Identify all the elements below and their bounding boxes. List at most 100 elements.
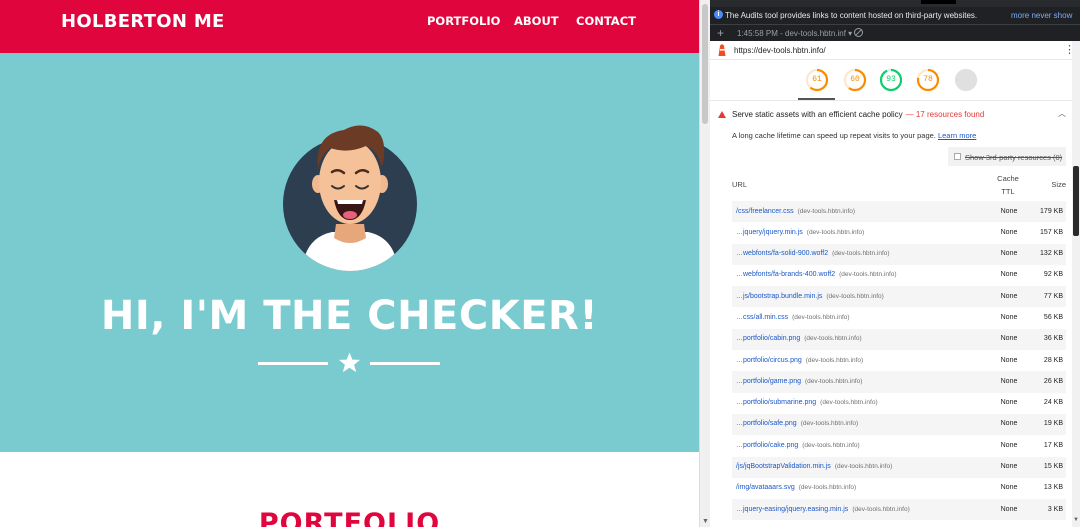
resource-url[interactable]: …webfonts/fa-solid-900.woff2 (dev-tools.h… (736, 250, 890, 257)
resource-cache-ttl: None (1000, 250, 1018, 258)
resource-path[interactable]: …portfolio/circus.png (736, 357, 802, 364)
resource-host: (dev-tools.hbtn.info) (832, 250, 890, 258)
resource-url[interactable]: …css/all.min.css (dev-tools.hbtn.info) (736, 314, 850, 321)
resource-url[interactable]: …portfolio/circus.png (dev-tools.hbtn.inf… (736, 357, 863, 364)
resource-cache-ttl: None (1000, 399, 1018, 407)
resource-url[interactable]: …portfolio/game.png (dev-tools.hbtn.info) (736, 378, 862, 385)
third-party-filter[interactable]: Show 3rd-party resources (0) (948, 147, 1066, 166)
resource-url[interactable]: /css/freelancer.css (dev-tools.hbtn.info) (736, 208, 855, 215)
resource-cache-ttl: None (1000, 463, 1018, 471)
resource-path[interactable]: …jquery-easing/jquery.easing.min.js (736, 506, 848, 513)
audit-title: Serve static assets with an efficient ca… (732, 110, 984, 119)
devtools-scrollbar-thumb[interactable] (1073, 166, 1079, 236)
resource-path[interactable]: …portfolio/submarine.png (736, 399, 816, 406)
devtools-panel: i The Audits tool provides links to cont… (710, 0, 1080, 527)
resource-size: 17 KB (1043, 441, 1063, 449)
resource-url[interactable]: …portfolio/submarine.png (dev-tools.hbtn.… (736, 399, 878, 406)
audit-header[interactable]: Serve static assets with an efficient ca… (710, 106, 1072, 124)
gauge-score-text: 78 (923, 75, 933, 84)
divider-line-right (370, 362, 440, 365)
hero-title: HI, I'M THE CHECKER! (100, 293, 599, 339)
resource-host: (dev-tools.hbtn.info) (792, 313, 850, 321)
scroll-down-arrow-icon[interactable]: ▼ (702, 518, 709, 525)
resource-cache-ttl: None (1000, 313, 1018, 321)
audits-toolbar: + 1:45:58 PM - dev-tools.hbtn.inf ▾ (710, 24, 1080, 41)
resource-url[interactable]: …jquery-easing/jquery.easing.min.js (dev-… (736, 506, 910, 513)
gauge-score-2[interactable]: 93 (879, 68, 903, 92)
resource-path[interactable]: …jquery/jquery.min.js (736, 229, 803, 236)
resource-url[interactable]: …webfonts/fa-brands-400.woff2 (dev-tools.… (736, 271, 897, 278)
resource-size: 24 KB (1043, 399, 1063, 407)
nav-link-about[interactable]: ABOUT (514, 14, 559, 28)
page-scrollbar-thumb[interactable] (702, 4, 708, 124)
tab-strip-block (921, 0, 956, 4)
resource-host: (dev-tools.hbtn.info) (805, 356, 864, 364)
resource-host: (dev-tools.hbtn.info) (834, 463, 893, 471)
resource-url[interactable]: …jquery/jquery.min.js (dev-tools.hbtn.inf… (736, 229, 864, 236)
report-select[interactable]: 1:45:58 PM - dev-tools.hbtn.inf ▾ (737, 29, 852, 38)
resource-url[interactable]: …portfolio/cabin.png (dev-tools.hbtn.info… (736, 335, 862, 342)
avatar (283, 125, 417, 271)
devtools-scrollbar[interactable]: ▼ (1072, 41, 1080, 527)
chevron-up-icon[interactable]: ︿ (1058, 108, 1066, 119)
audit-detail: — 17 resources found (905, 110, 985, 119)
resource-host: (dev-tools.hbtn.info) (804, 377, 863, 385)
resource-host: (dev-tools.hbtn.info) (806, 228, 865, 236)
new-audit-plus-icon[interactable]: + (717, 26, 724, 40)
gauge-score-3[interactable]: 78 (916, 68, 940, 92)
resource-host: (dev-tools.hbtn.info) (852, 505, 910, 513)
nav-link-portfolio[interactable]: PORTFOLIO (427, 14, 500, 28)
resource-url[interactable]: /img/avataaars.svg (dev-tools.hbtn.info) (736, 484, 856, 491)
resource-path[interactable]: …webfonts/fa-brands-400.woff2 (736, 271, 835, 278)
resource-url[interactable]: …js/bootstrap.bundle.min.js (dev-tools.hb… (736, 293, 884, 300)
report-url[interactable]: https://dev-tools.hbtn.info/ (734, 46, 826, 55)
resource-cache-ttl: None (1000, 207, 1018, 215)
table-row: …webfonts/fa-solid-900.woff2 (dev-tools.h… (732, 243, 1066, 265)
resource-path[interactable]: …webfonts/fa-solid-900.woff2 (736, 250, 828, 257)
resource-path[interactable]: /js/jqBootstrapValidation.min.js (736, 463, 831, 470)
resource-path[interactable]: …portfolio/game.png (736, 378, 801, 385)
resource-size: 15 KB (1043, 463, 1063, 471)
resource-path[interactable]: …css/all.min.css (736, 314, 788, 321)
resource-path[interactable]: /css/freelancer.css (736, 208, 794, 215)
clear-icon[interactable] (854, 28, 863, 37)
gauge-track (954, 68, 978, 92)
resource-path[interactable]: …portfolio/cabin.png (736, 335, 800, 342)
resource-size: 28 KB (1043, 356, 1063, 364)
resource-table: /css/freelancer.css (dev-tools.hbtn.info)… (732, 201, 1066, 521)
resource-url[interactable]: /js/jqBootstrapValidation.min.js (dev-too… (736, 463, 892, 470)
table-row: …portfolio/cabin.png (dev-tools.hbtn.info… (732, 328, 1066, 351)
resource-path[interactable]: …js/bootstrap.bundle.min.js (736, 293, 822, 300)
navbar: HOLBERTON ME PORTFOLIO ABOUT CONTACT (0, 0, 699, 53)
resource-size: 13 KB (1043, 484, 1063, 492)
devtools-tabstrip (710, 0, 1080, 7)
table-row: …portfolio/safe.png (dev-tools.hbtn.info)… (732, 413, 1066, 436)
learn-more-link[interactable]: Learn more (938, 131, 976, 140)
table-row: …portfolio/game.png (dev-tools.hbtn.info)… (732, 371, 1066, 393)
resource-cache-ttl: None (1000, 356, 1018, 364)
gauge-score-1[interactable]: 60 (843, 68, 867, 92)
info-bar-actions[interactable]: more never show (1011, 11, 1072, 20)
table-row: …webfonts/fa-brands-400.woff2 (dev-tools.… (732, 265, 1066, 286)
scroll-down-arrow-icon[interactable]: ▼ (1073, 517, 1079, 523)
nav-link-contact[interactable]: CONTACT (576, 14, 636, 28)
gauge-score-4[interactable] (954, 68, 978, 92)
resource-path[interactable]: /img/avataaars.svg (736, 484, 795, 491)
resource-path[interactable]: …portfolio/safe.png (736, 420, 797, 427)
resource-cache-ttl: None (1000, 228, 1018, 236)
lighthouse-icon (718, 44, 726, 56)
table-row: /css/freelancer.css (dev-tools.hbtn.info)… (732, 201, 1066, 223)
resource-size: 26 KB (1043, 377, 1063, 385)
divider-line-left (258, 362, 328, 365)
resource-path[interactable]: …portfolio/cake.png (736, 442, 798, 449)
resource-cache-ttl: None (1000, 292, 1018, 300)
resource-url[interactable]: …portfolio/cake.png (dev-tools.hbtn.info) (736, 442, 860, 449)
gauge-score-0[interactable]: 61 (805, 68, 829, 92)
third-party-checkbox[interactable] (954, 153, 961, 160)
page-scrollbar[interactable]: ▼ (699, 0, 710, 527)
resource-url[interactable]: …portfolio/safe.png (dev-tools.hbtn.info) (736, 420, 858, 427)
brand-link[interactable]: HOLBERTON ME (61, 11, 225, 32)
info-icon: i (714, 10, 723, 19)
table-row: …portfolio/circus.png (dev-tools.hbtn.inf… (732, 350, 1066, 371)
table-row: …portfolio/submarine.png (dev-tools.hbtn.… (732, 393, 1066, 414)
